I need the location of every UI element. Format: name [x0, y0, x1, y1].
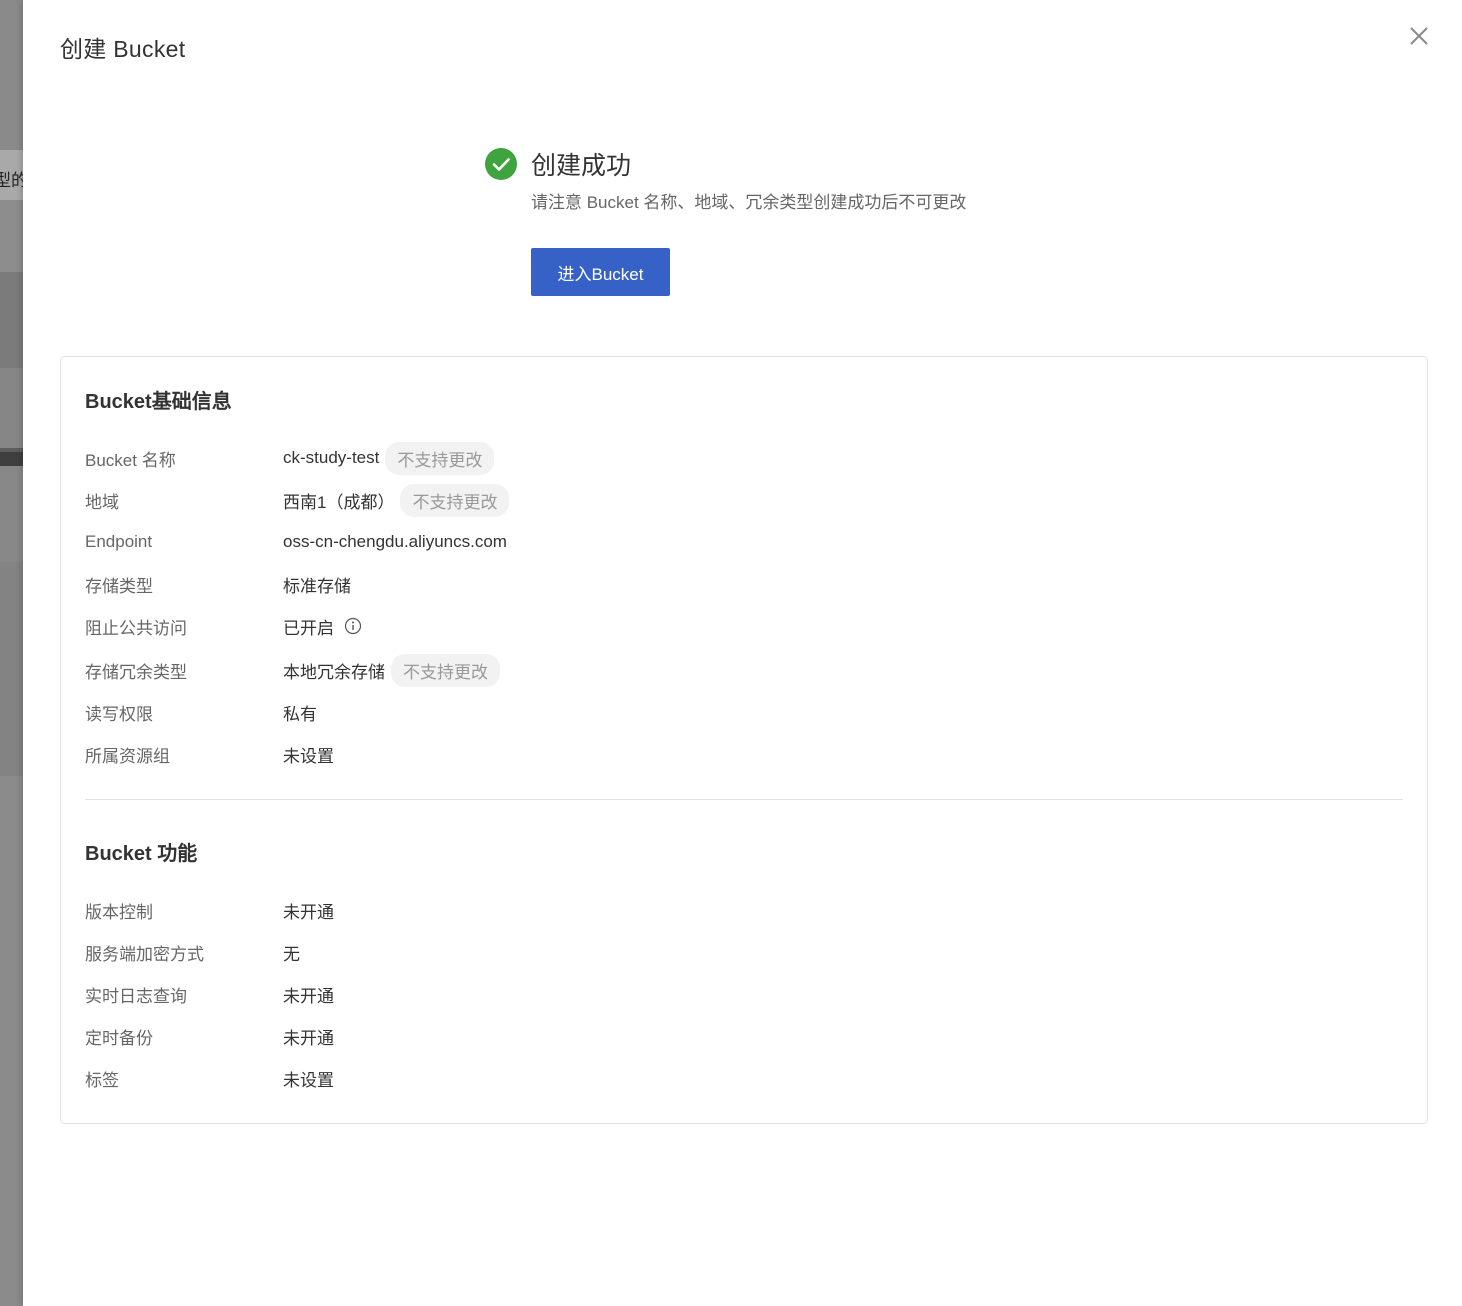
immutable-tag: 不支持更改 [385, 441, 495, 475]
info-row-storage-class: 存储类型 标准存储 [85, 569, 351, 599]
info-row-block-public-access: 阻止公共访问 已开启 [85, 611, 362, 641]
info-row-endpoint: Endpoint oss-cn-chengdu.aliyuncs.com [85, 527, 507, 557]
row-label: 存储冗余类型 [85, 662, 187, 682]
row-value: ck-study-test 不支持更改 [283, 441, 495, 475]
immutable-tag: 不支持更改 [400, 483, 510, 517]
bg-segment [0, 0, 23, 150]
bucket-name-value: ck-study-test [283, 448, 380, 467]
feature-row-backup: 定时备份 未开通 [85, 1021, 334, 1051]
row-value: 已开启 [283, 614, 362, 639]
row-label: 阻止公共访问 [85, 618, 187, 638]
row-label: 版本控制 [85, 902, 153, 922]
background-page: 型的 [0, 0, 23, 1306]
background-partial-text: 型的 [0, 171, 23, 190]
immutable-tag: 不支持更改 [391, 653, 500, 687]
tags-value: 未设置 [283, 1070, 334, 1090]
bg-segment [0, 776, 23, 1306]
row-label: 服务端加密方式 [85, 944, 204, 964]
row-label: Bucket 名称 [85, 450, 176, 470]
region-value: 西南1（成都） [283, 492, 395, 512]
acl-value: 私有 [283, 704, 317, 724]
resource-group-value: 未设置 [283, 746, 334, 766]
bg-segment [0, 272, 23, 368]
close-icon[interactable] [1407, 24, 1431, 48]
endpoint-value: oss-cn-chengdu.aliyuncs.com [283, 532, 507, 551]
check-circle-icon [485, 148, 517, 180]
feature-row-realtime-log: 实时日志查询 未开通 [85, 979, 334, 1009]
row-label: 标签 [85, 1070, 119, 1090]
row-label: 存储类型 [85, 576, 153, 596]
result-subtitle: 请注意 Bucket 名称、地域、冗余类型创建成功后不可更改 [531, 193, 967, 212]
section-divider [85, 799, 1403, 800]
row-label: 定时备份 [85, 1028, 153, 1048]
bg-segment [0, 452, 23, 466]
row-label: Endpoint [85, 532, 153, 551]
basic-info-title: Bucket基础信息 [85, 391, 232, 413]
info-row-redundancy: 存储冗余类型 本地冗余存储 不支持更改 [85, 653, 500, 687]
feature-row-encryption: 服务端加密方式 无 [85, 937, 300, 967]
info-icon[interactable] [344, 617, 362, 635]
row-label: 实时日志查询 [85, 986, 187, 1006]
feature-row-versioning: 版本控制 未开通 [85, 895, 334, 925]
bg-segment [0, 562, 23, 776]
drawer-title: 创建 Bucket [60, 36, 186, 62]
feature-row-tags: 标签 未设置 [85, 1063, 334, 1093]
realtime-log-value: 未开通 [283, 986, 334, 1006]
backup-value: 未开通 [283, 1028, 334, 1048]
storage-class-value: 标准存储 [283, 576, 351, 596]
info-row-resource-group: 所属资源组 未设置 [85, 739, 334, 769]
bg-segment [0, 368, 23, 448]
block-public-access-value: 已开启 [283, 618, 334, 638]
enter-bucket-button[interactable]: 进入Bucket [531, 248, 670, 296]
result-title: 创建成功 [531, 152, 632, 180]
bg-segment [0, 466, 23, 562]
row-value: 西南1（成都） 不支持更改 [283, 483, 510, 517]
row-value: 本地冗余存储 不支持更改 [283, 653, 500, 687]
versioning-value: 未开通 [283, 902, 334, 922]
redundancy-value: 本地冗余存储 [283, 662, 385, 682]
row-label: 地域 [85, 492, 119, 512]
row-label: 读写权限 [85, 704, 153, 724]
features-title: Bucket 功能 [85, 843, 198, 865]
info-card: Bucket基础信息 Bucket 名称 ck-study-test 不支持更改… [60, 356, 1428, 1124]
create-bucket-drawer: 创建 Bucket 创建成功 请注意 Bucket 名称、地域、冗余类型创建成功… [23, 0, 1462, 1306]
info-row-region: 地域 西南1（成都） 不支持更改 [85, 483, 510, 517]
info-row-bucket-name: Bucket 名称 ck-study-test 不支持更改 [85, 441, 495, 475]
info-row-acl: 读写权限 私有 [85, 697, 317, 727]
row-label: 所属资源组 [85, 746, 170, 766]
encryption-value: 无 [283, 944, 300, 964]
bg-segment [0, 200, 23, 272]
